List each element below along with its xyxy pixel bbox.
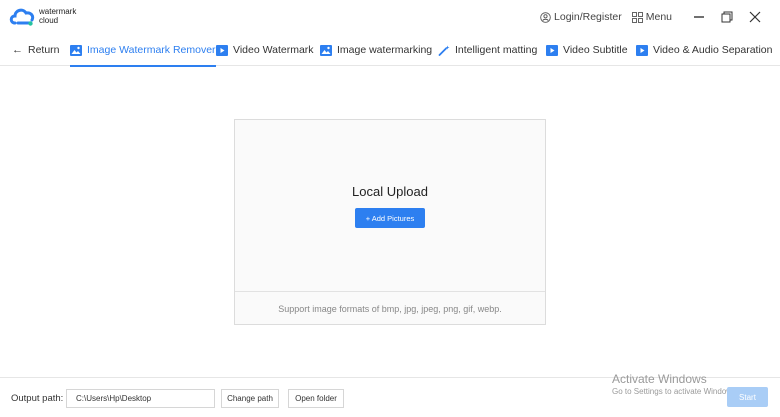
return-button[interactable]: ← Return [12, 34, 60, 66]
close-button[interactable] [744, 8, 766, 26]
start-button[interactable]: Start [727, 387, 768, 407]
upload-title: Local Upload [352, 184, 428, 199]
tab-video-audio-separation[interactable]: Video & Audio Separation [636, 34, 772, 66]
supported-formats-note: Support image formats of bmp, jpg, jpeg,… [278, 304, 502, 314]
tab-label: Video & Audio Separation [653, 44, 773, 56]
restore-icon [721, 11, 733, 23]
video-icon [546, 44, 558, 56]
tab-label: Video Subtitle [563, 44, 628, 56]
tab-intelligent-matting[interactable]: Intelligent matting [438, 34, 537, 66]
tab-label: Video Watermark [233, 44, 314, 56]
close-icon [749, 11, 761, 23]
menu-label: Menu [645, 11, 672, 23]
title-bar: watermark cloud Login/Register Menu [0, 0, 780, 34]
minimize-button[interactable] [688, 8, 710, 26]
add-pictures-button[interactable]: + Add Pictures [355, 208, 425, 228]
login-register-label: Login/Register [554, 11, 622, 23]
video-icon [636, 44, 648, 56]
brand-name: watermark cloud [39, 7, 76, 25]
login-register-link[interactable]: Login/Register [540, 11, 622, 23]
activation-title: Activate Windows [612, 372, 707, 386]
maximize-button[interactable] [716, 8, 738, 26]
image-icon [70, 44, 82, 56]
open-folder-button[interactable]: Open folder [288, 389, 344, 408]
video-icon [216, 44, 228, 56]
brand-line-1: watermark [39, 7, 77, 16]
upload-panel: Local Upload + Add Pictures Support imag… [234, 119, 546, 325]
tab-label: Image Watermark Remover [87, 44, 216, 56]
magic-wand-icon [438, 45, 450, 56]
brand-line-2: cloud [39, 16, 59, 25]
tab-label: Image watermarking [337, 44, 433, 56]
windows-activation-watermark: Activate Windows Go to Settings to activ… [612, 373, 738, 397]
change-path-button[interactable]: Change path [221, 389, 279, 408]
tab-video-subtitle[interactable]: Video Subtitle [546, 34, 628, 66]
menu-button[interactable]: Menu [631, 11, 672, 23]
grid-menu-icon [631, 11, 643, 23]
arrow-left-icon: ← [12, 44, 23, 56]
tool-tabs-bar: ← Return Image Watermark Remover Video W… [0, 34, 780, 67]
user-icon [540, 11, 551, 23]
tab-label: Intelligent matting [455, 44, 538, 56]
tab-image-watermark-remover[interactable]: Image Watermark Remover [70, 34, 216, 67]
tab-video-watermark[interactable]: Video Watermark [216, 34, 314, 66]
cloud-logo-icon [9, 8, 35, 26]
output-path-field[interactable] [66, 389, 215, 408]
activation-subtitle: Go to Settings to activate Windows. [612, 387, 739, 396]
image-icon [320, 44, 332, 56]
minimize-icon [694, 16, 704, 18]
return-label: Return [28, 44, 60, 56]
tab-image-watermarking[interactable]: Image watermarking [320, 34, 432, 66]
output-path-label: Output path: [11, 393, 64, 404]
upload-drop-zone[interactable]: Local Upload + Add Pictures [235, 120, 545, 292]
